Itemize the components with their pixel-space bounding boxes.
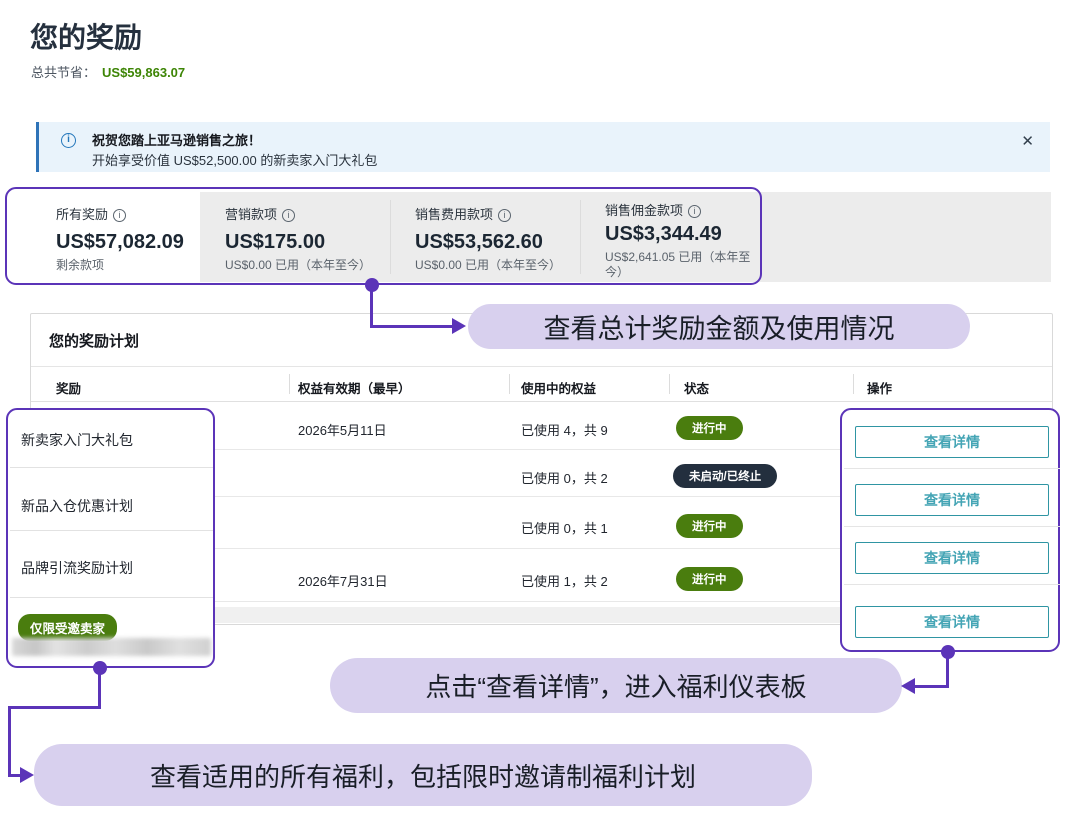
banner-title: 祝贺您踏上亚马逊销售之旅！ bbox=[92, 130, 261, 149]
divider bbox=[31, 366, 1052, 367]
benefits-note-pill: 查看适用的所有福利，包括限时邀请制福利计划 bbox=[34, 744, 812, 806]
col-header-status: 状态 bbox=[684, 378, 709, 397]
program-name[interactable]: 新卖家入门大礼包 bbox=[21, 430, 133, 450]
connector-line bbox=[8, 706, 11, 776]
rewards-page: 您的奖励 总共节省： US$59,863.07 i 祝贺您踏上亚马逊销售之旅！ 开… bbox=[0, 0, 1080, 820]
details-note-text: 点击“查看详情”，进入福利仪表板 bbox=[425, 667, 806, 704]
program-name[interactable]: 品牌引流奖励计划 bbox=[21, 558, 133, 578]
stats-note-pill: 查看总计奖励金额及使用情况 bbox=[468, 304, 970, 349]
connector-line bbox=[370, 325, 452, 328]
view-details-button[interactable]: 查看详情 bbox=[855, 606, 1049, 638]
status-badge: 未启动/已终止 bbox=[673, 464, 777, 488]
benefits-note-text: 查看适用的所有福利，包括限时邀请制福利计划 bbox=[150, 757, 696, 794]
status-badge: 进行中 bbox=[676, 567, 743, 591]
status-badge: 进行中 bbox=[676, 416, 743, 440]
view-details-button[interactable]: 查看详情 bbox=[855, 426, 1049, 458]
divider bbox=[844, 526, 1060, 527]
divider bbox=[31, 401, 1052, 402]
stats-annotation-box bbox=[5, 187, 762, 285]
banner-subtitle: 开始享受价值 US$52,500.00 的新卖家入门大礼包 bbox=[92, 150, 377, 169]
connector-line bbox=[8, 774, 20, 777]
divider bbox=[844, 468, 1060, 469]
divider bbox=[289, 374, 290, 394]
close-icon[interactable]: ✕ bbox=[1021, 132, 1034, 150]
page-title: 您的奖励 bbox=[30, 16, 142, 56]
divider bbox=[669, 374, 670, 394]
connector-dot bbox=[941, 645, 955, 659]
row-usage: 已使用 0，共 2 bbox=[521, 468, 608, 487]
col-header-validity: 权益有效期（最早） bbox=[298, 378, 411, 397]
actions-annotation-box: 查看详情 查看详情 查看详情 查看详情 bbox=[840, 408, 1060, 652]
divider bbox=[10, 530, 213, 531]
arrow-left-icon bbox=[901, 678, 915, 694]
divider bbox=[10, 467, 213, 468]
stats-note-text: 查看总计奖励金额及使用情况 bbox=[544, 307, 895, 346]
total-savings-value: US$59,863.07 bbox=[102, 65, 185, 80]
row-usage: 已使用 4，共 9 bbox=[521, 420, 608, 439]
connector-dot bbox=[93, 661, 107, 675]
row-validity: 2026年7月31日 bbox=[298, 571, 388, 590]
total-savings: 总共节省： US$59,863.07 bbox=[31, 62, 185, 81]
connector-dot bbox=[365, 278, 379, 292]
row-usage: 已使用 1，共 2 bbox=[521, 571, 608, 590]
row-usage: 已使用 0，共 1 bbox=[521, 518, 608, 537]
col-header-usage: 使用中的权益 bbox=[521, 378, 596, 397]
programs-annotation-box: 新卖家入门大礼包 新品入仓优惠计划 品牌引流奖励计划 仅限受邀卖家 bbox=[6, 408, 215, 668]
program-name[interactable]: 新品入仓优惠计划 bbox=[21, 496, 133, 516]
arrow-right-icon bbox=[20, 767, 34, 783]
table-title: 您的奖励计划 bbox=[49, 330, 139, 351]
invite-only-badge: 仅限受邀卖家 bbox=[18, 614, 117, 641]
connector-line bbox=[8, 706, 101, 709]
total-savings-label: 总共节省： bbox=[31, 65, 96, 80]
col-header-reward: 奖励 bbox=[56, 378, 81, 397]
redacted-program-name bbox=[12, 638, 211, 656]
divider bbox=[10, 597, 213, 598]
status-badge: 进行中 bbox=[676, 514, 743, 538]
divider bbox=[853, 374, 854, 394]
info-icon: i bbox=[61, 133, 76, 148]
divider bbox=[509, 374, 510, 394]
view-details-button[interactable]: 查看详情 bbox=[855, 542, 1049, 574]
col-header-action: 操作 bbox=[867, 378, 892, 397]
arrow-right-icon bbox=[452, 318, 466, 334]
congrats-banner: i 祝贺您踏上亚马逊销售之旅！ 开始享受价值 US$52,500.00 的新卖家… bbox=[36, 122, 1050, 172]
details-note-pill: 点击“查看详情”，进入福利仪表板 bbox=[330, 658, 902, 713]
connector-line bbox=[915, 685, 949, 688]
view-details-button[interactable]: 查看详情 bbox=[855, 484, 1049, 516]
divider bbox=[844, 584, 1060, 585]
row-validity: 2026年5月11日 bbox=[298, 420, 387, 439]
